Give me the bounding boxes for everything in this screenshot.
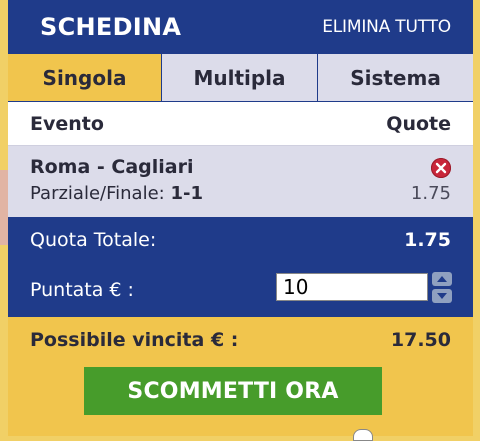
total-odds-row: Quota Totale: 1.75 <box>8 217 473 263</box>
stake-stepper <box>432 272 452 303</box>
market-row: Parziale/Finale: 1-1 1.75 <box>30 183 451 204</box>
market-value: 1-1 <box>170 183 203 204</box>
bet-type-tabs: Singola Multipla Sistema <box>8 53 473 102</box>
close-circle-icon[interactable] <box>431 158 451 178</box>
selection-row: Roma - Cagliari Parziale/Finale: 1-1 1.7… <box>8 146 473 217</box>
column-headers: Evento Quote <box>8 102 473 146</box>
stepper-up-icon[interactable] <box>432 272 452 286</box>
event-column-header: Evento <box>30 112 104 135</box>
tab-multipla[interactable]: Multipla <box>161 54 317 101</box>
betslip-title: SCHEDINA <box>40 12 182 41</box>
left-edge <box>0 0 8 436</box>
market-text: Parziale/Finale: 1-1 <box>30 183 203 204</box>
betslip-header: SCHEDINA ELIMINA TUTTO <box>8 0 473 53</box>
odds-column-header: Quote <box>386 112 451 135</box>
place-bet-button[interactable]: SCOMMETTI ORA <box>84 367 382 415</box>
market-label: Parziale/Finale: <box>30 183 171 204</box>
selection-odds: 1.75 <box>410 183 451 204</box>
stepper-down-icon[interactable] <box>432 289 452 303</box>
stake-row: Puntata € : <box>8 263 473 317</box>
tab-sistema[interactable]: Sistema <box>317 54 473 101</box>
possible-win-label: Possibile vincita € : <box>30 329 239 351</box>
match-name: Roma - Cagliari <box>30 156 194 178</box>
clear-all-button[interactable]: ELIMINA TUTTO <box>322 17 451 37</box>
totals-block: Quota Totale: 1.75 Puntata € : <box>8 217 473 317</box>
stake-input[interactable] <box>276 273 428 301</box>
scroll-handle[interactable] <box>353 429 373 441</box>
possible-win-row: Possibile vincita € : 17.50 <box>8 317 473 363</box>
possible-win-value: 17.50 <box>390 329 451 351</box>
stake-label: Puntata € : <box>30 279 134 301</box>
right-edge <box>473 0 480 436</box>
tab-singola[interactable]: Singola <box>8 54 161 101</box>
total-odds-label: Quota Totale: <box>30 229 157 251</box>
total-odds-value: 1.75 <box>404 229 451 251</box>
